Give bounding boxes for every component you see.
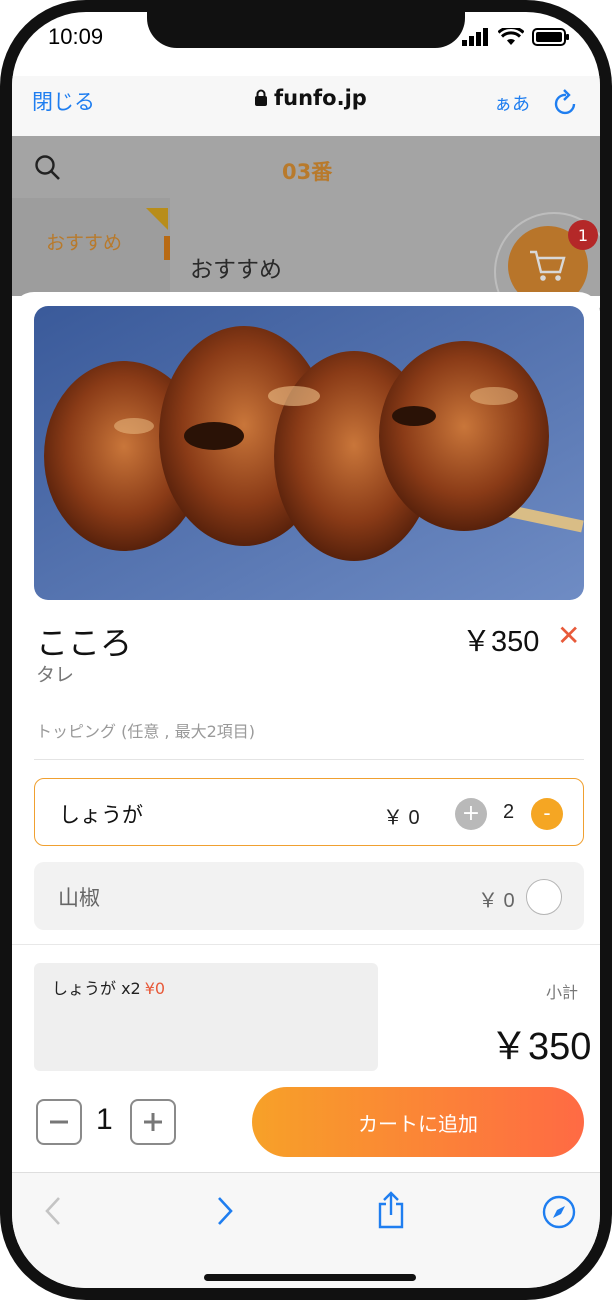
item-price: ￥350 [462, 626, 540, 658]
battery-icon [532, 28, 569, 46]
category-sidebar: おすすめ [12, 198, 170, 296]
item-name: こころ [36, 624, 133, 662]
flag-icon [146, 208, 168, 230]
browser-top-bar: 閉じる funfo.jp ぁあ [12, 76, 600, 136]
plus-icon [144, 1113, 162, 1131]
phone-frame: 10:09 閉じる funfo.jp ぁあ 03番 おすすめ おすすめ 1 ここ… [0, 0, 612, 1300]
order-summary: しょうが x2 ¥0 小計 ￥350 1 カートに追加 [12, 944, 600, 1172]
category-item-recommended[interactable]: おすすめ [46, 228, 122, 255]
option-quantity: 2 [503, 801, 515, 823]
selected-toppings-box: しょうが x2 ¥0 [34, 963, 378, 1071]
quantity-increase-button[interactable] [130, 1099, 176, 1145]
food-photo [34, 306, 584, 600]
topping-option-ginger[interactable]: しょうが ￥ 0 + 2 - [34, 778, 584, 846]
share-icon[interactable] [376, 1191, 406, 1229]
decrease-button[interactable]: - [531, 798, 563, 830]
wifi-icon [498, 28, 524, 45]
url-text: funfo.jp [274, 86, 367, 110]
selected-topping-price: ¥0 [144, 979, 166, 998]
status-time: 10:09 [48, 24, 104, 49]
option-price: ￥ 0 [478, 890, 515, 912]
text-size-button[interactable]: ぁあ [494, 90, 530, 116]
item-subtitle: タレ [36, 664, 75, 686]
close-icon[interactable]: ✕ [557, 622, 580, 650]
compass-icon[interactable] [542, 1195, 576, 1229]
search-icon[interactable] [34, 154, 62, 182]
topping-header: トッピング (任意 , 最大2項目) [36, 722, 256, 741]
cart-icon [530, 250, 566, 281]
cart-count-badge: 1 [568, 220, 598, 250]
close-button[interactable]: 閉じる [32, 86, 95, 116]
selected-topping-line: しょうが x2 ¥0 [52, 975, 165, 999]
selected-topping-name: しょうが x2 [52, 979, 141, 998]
minus-icon [50, 1120, 68, 1124]
option-name: 山椒 [58, 886, 100, 910]
back-icon[interactable] [42, 1195, 66, 1227]
food-photo-image [34, 306, 584, 600]
status-icons [462, 28, 570, 46]
quantity-decrease-button[interactable] [36, 1099, 82, 1145]
signal-icon [462, 28, 488, 46]
table-number: 03番 [282, 160, 333, 184]
lock-icon [255, 89, 267, 106]
option-price: ￥ 0 [383, 807, 420, 829]
option-name: しょうが [59, 803, 143, 827]
screen: 10:09 閉じる funfo.jp ぁあ 03番 おすすめ おすすめ 1 ここ… [12, 12, 600, 1288]
section-title: おすすめ [190, 257, 282, 283]
subtotal-label: 小計 [546, 983, 579, 1002]
increase-button[interactable]: + [455, 798, 487, 830]
option-radio[interactable] [526, 879, 562, 915]
reload-icon[interactable] [552, 88, 580, 118]
home-indicator [204, 1274, 416, 1281]
category-active-indicator [164, 236, 170, 260]
forward-icon[interactable] [212, 1195, 236, 1227]
divider [34, 759, 584, 760]
quantity-value: 1 [96, 1103, 113, 1136]
page-background: 03番 おすすめ おすすめ 1 [12, 136, 600, 332]
url-bar[interactable]: funfo.jp [254, 86, 367, 110]
notch [147, 12, 465, 48]
browser-toolbar [12, 1172, 600, 1288]
topping-option-sansho[interactable]: 山椒 ￥ 0 [34, 862, 584, 930]
add-to-cart-button[interactable]: カートに追加 [252, 1087, 584, 1157]
subtotal-value: ￥350 [490, 1026, 592, 1068]
